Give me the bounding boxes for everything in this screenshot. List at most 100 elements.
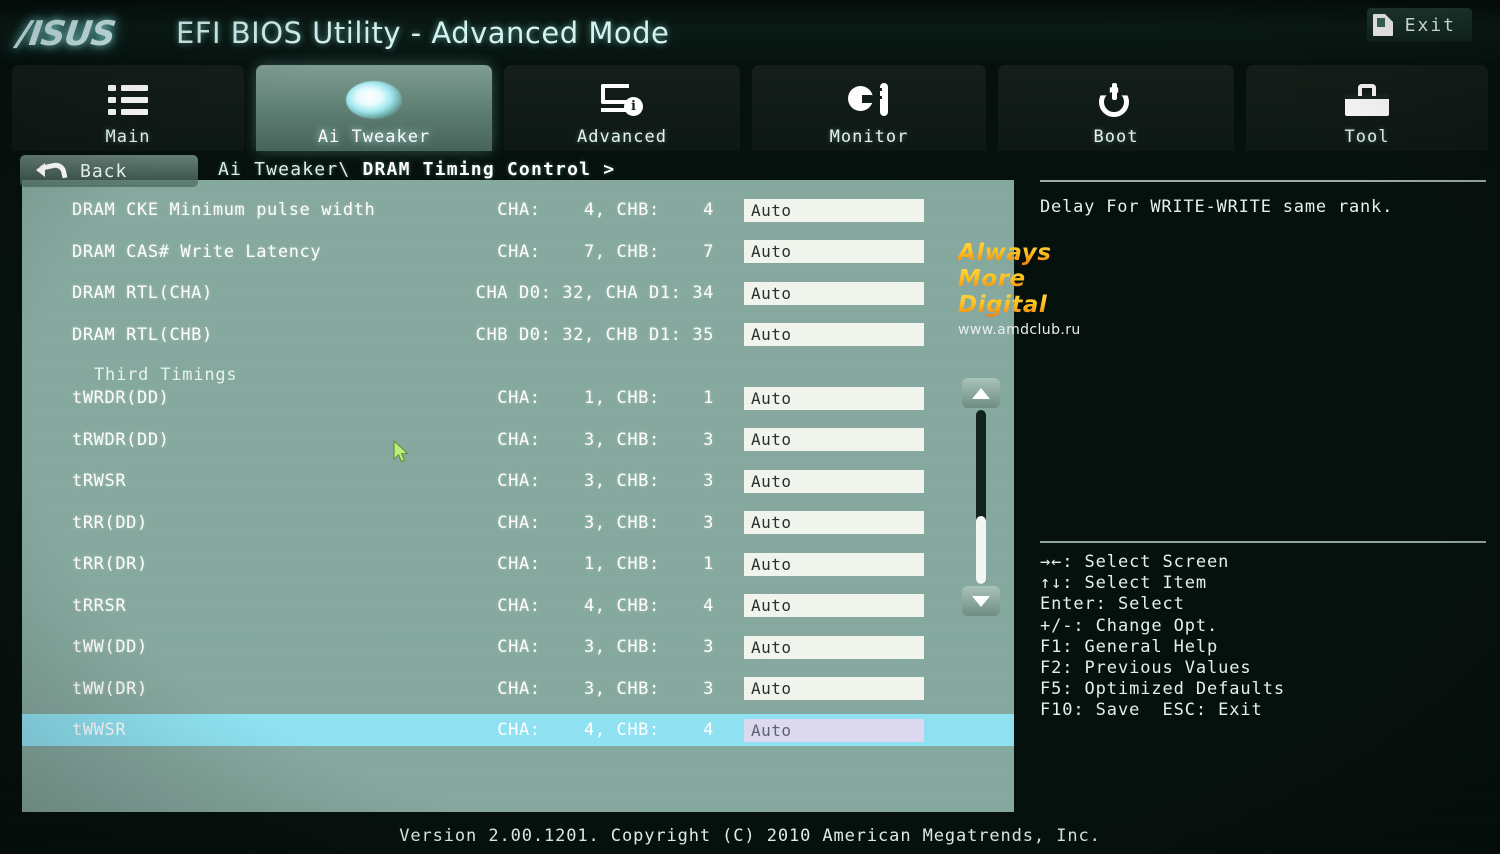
header-bar: /ISUS EFI BIOS Utility - Advanced Mode E… (0, 0, 1500, 62)
watermark: Always More Digital www.amdclub.ru (958, 240, 1081, 338)
settings-row-value-field[interactable]: Auto (744, 323, 924, 346)
settings-row-label: DRAM RTL(CHA) (72, 283, 213, 303)
settings-row[interactable]: tWW(DR) CHA: 3, CHB: 3 Auto (22, 673, 1014, 705)
exit-button[interactable]: Exit (1366, 8, 1472, 42)
settings-row-value-field[interactable]: Auto (744, 677, 924, 700)
settings-row-label: DRAM CKE Minimum pulse width (72, 200, 376, 220)
settings-row-label: tRWDR(DD) (72, 429, 170, 450)
legend-line: +/-: Change Opt. (1040, 615, 1219, 636)
tab-boot-label: Boot (1093, 127, 1139, 147)
keyboard-legend: →←: Select Screen ↑↓: Select Item Enter: S… (1040, 552, 1492, 722)
tab-monitor[interactable]: Monitor (752, 65, 986, 151)
exit-button-label: Exit (1404, 14, 1456, 36)
settings-row-channel-values: CHA: 1, CHB: 1 (497, 554, 714, 574)
settings-row-label: DRAM RTL(CHB) (72, 324, 213, 345)
settings-row-value-text: Auto (751, 242, 792, 261)
footer-bar: Version 2.00.1201. Copyright (C) 2010 Am… (0, 818, 1500, 854)
settings-row-channel-values: CHA: 3, CHB: 3 (497, 512, 714, 533)
breadcrumb-row: Back Ai Tweaker\ DRAM Timing Control > (0, 154, 1500, 190)
settings-row-value-text: Auto (751, 720, 792, 740)
settings-row-value-field[interactable]: Auto (744, 594, 924, 617)
settings-row-value-text: Auto (751, 554, 792, 574)
tab-tool[interactable]: Tool (1246, 65, 1488, 151)
breadcrumb-current: DRAM Timing Control > (362, 159, 616, 180)
settings-row[interactable]: tRWSR CHA: 3, CHB: 3 Auto (22, 465, 1014, 497)
settings-row-value-field[interactable]: Auto (744, 511, 924, 534)
settings-row[interactable]: DRAM RTL(CHB) CHB D0: 32, CHB D1: 35 Auto (22, 319, 1014, 351)
bios-screen: /ISUS EFI BIOS Utility - Advanced Mode E… (0, 0, 1500, 854)
tab-tool-label: Tool (1344, 127, 1390, 147)
settings-row-label: tWW(DD) (72, 637, 148, 657)
watermark-url: www.amdclub.ru (958, 322, 1081, 338)
watermark-line-2: More (958, 266, 1081, 292)
settings-row-selected[interactable]: tWWSR CHA: 4, CHB: 4 Auto (22, 714, 1014, 746)
scrollbar-thumb[interactable] (976, 516, 986, 584)
help-column: Delay For WRITE-WRITE same rank. Always … (958, 168, 1500, 812)
settings-row-value-text: Auto (751, 283, 792, 303)
settings-row-value-field[interactable]: Auto (744, 198, 924, 222)
legend-line: ↑↓: Select Item (1040, 573, 1208, 594)
mouse-cursor-icon (393, 439, 411, 466)
settings-row-channel-values: CHA: 3, CHB: 3 (497, 471, 714, 491)
settings-row-channel-values: CHA: 1, CHB: 1 (497, 388, 714, 408)
tab-main-label: Main (105, 127, 151, 147)
settings-row-value-field[interactable]: Auto (744, 240, 924, 263)
settings-row-label: tRR(DR) (72, 554, 148, 574)
settings-row-value-text: Auto (751, 325, 792, 344)
legend-line: Enter: Select (1040, 594, 1185, 615)
settings-row-label: tWWSR (72, 720, 127, 740)
settings-row-channel-values: CHA: 3, CHB: 3 (497, 637, 714, 657)
settings-row[interactable]: tRR(DR) CHA: 1, CHB: 1 Auto (22, 548, 1014, 580)
settings-row-value-field[interactable]: Auto (744, 635, 924, 659)
settings-row[interactable]: tRWDR(DD) CHA: 3, CHB: 3 Auto (22, 424, 1014, 456)
settings-row-value-field[interactable]: Auto (744, 469, 924, 493)
settings-row-label: tRR(DD) (72, 512, 148, 533)
settings-row-value-text: Auto (751, 471, 792, 491)
settings-row[interactable]: tRR(DD) CHA: 3, CHB: 3 Auto (22, 507, 1014, 539)
tab-boot[interactable]: Boot (998, 65, 1234, 151)
settings-row-value-field[interactable]: Auto (744, 552, 924, 576)
settings-row[interactable]: tWRDR(DD) CHA: 1, CHB: 1 Auto (22, 382, 1014, 414)
tab-ai-tweaker[interactable]: Ai Tweaker (256, 65, 492, 151)
back-arrow-icon (36, 160, 66, 182)
settings-row-label: tRWSR (72, 471, 127, 491)
settings-row-value-text: Auto (751, 679, 792, 698)
settings-row-value-field[interactable]: Auto (744, 718, 924, 742)
settings-row-value-text: Auto (751, 513, 792, 532)
settings-row-value-field[interactable]: Auto (744, 386, 924, 410)
asus-logo: /ISUS (15, 14, 118, 54)
settings-row[interactable]: tWW(DD) CHA: 3, CHB: 3 Auto (22, 631, 1014, 663)
settings-row-channel-values: CHA D0: 32, CHA D1: 34 (475, 283, 714, 303)
settings-row-value-field[interactable]: Auto (744, 281, 924, 305)
settings-scrollbar[interactable] (962, 378, 1000, 616)
power-icon (1099, 79, 1133, 121)
settings-row[interactable]: DRAM CKE Minimum pulse width CHA: 4, CHB:… (22, 194, 1014, 226)
fan-thermometer-icon (848, 79, 890, 121)
settings-row-label: DRAM CAS# Write Latency (72, 241, 322, 262)
scroll-up-arrow-icon[interactable] (962, 378, 1000, 408)
page-title: EFI BIOS Utility - Advanced Mode (176, 16, 670, 50)
settings-row-channel-values: CHA: 3, CHB: 3 (497, 429, 714, 450)
scroll-down-arrow-icon[interactable] (962, 586, 1000, 616)
watermark-line-1: Always (958, 240, 1081, 266)
help-description: Delay For WRITE-WRITE same rank. (1040, 197, 1394, 217)
settings-row-channel-values: CHA: 4, CHB: 4 (497, 720, 714, 740)
settings-row-value-text: Auto (751, 637, 792, 657)
settings-row-value-text: Auto (751, 596, 792, 615)
settings-row[interactable]: DRAM CAS# Write Latency CHA: 7, CHB: 7 Aut… (22, 236, 1014, 268)
back-button[interactable]: Back (20, 155, 198, 187)
settings-row[interactable]: DRAM RTL(CHA) CHA D0: 32, CHA D1: 34 Auto (22, 277, 1014, 309)
back-button-label: Back (80, 160, 128, 182)
settings-row-channel-values: CHB D0: 32, CHB D1: 35 (475, 324, 714, 345)
settings-row-channel-values: CHA: 4, CHB: 4 (497, 200, 714, 220)
settings-row-channel-values: CHA: 3, CHB: 3 (497, 678, 714, 699)
tab-main[interactable]: Main (12, 65, 244, 151)
settings-panel: DRAM CKE Minimum pulse width CHA: 4, CHB:… (22, 180, 1014, 812)
tab-advanced[interactable]: i Advanced (504, 65, 740, 151)
breadcrumb-parent[interactable]: Ai Tweaker\ (218, 159, 362, 180)
settings-row-value-field[interactable]: Auto (744, 428, 924, 451)
legend-divider (1040, 541, 1486, 543)
version-copyright-text: Version 2.00.1201. Copyright (C) 2010 Am… (399, 826, 1101, 846)
settings-row[interactable]: tRRSR CHA: 4, CHB: 4 Auto (22, 590, 1014, 622)
settings-row-label: tRRSR (72, 595, 127, 616)
